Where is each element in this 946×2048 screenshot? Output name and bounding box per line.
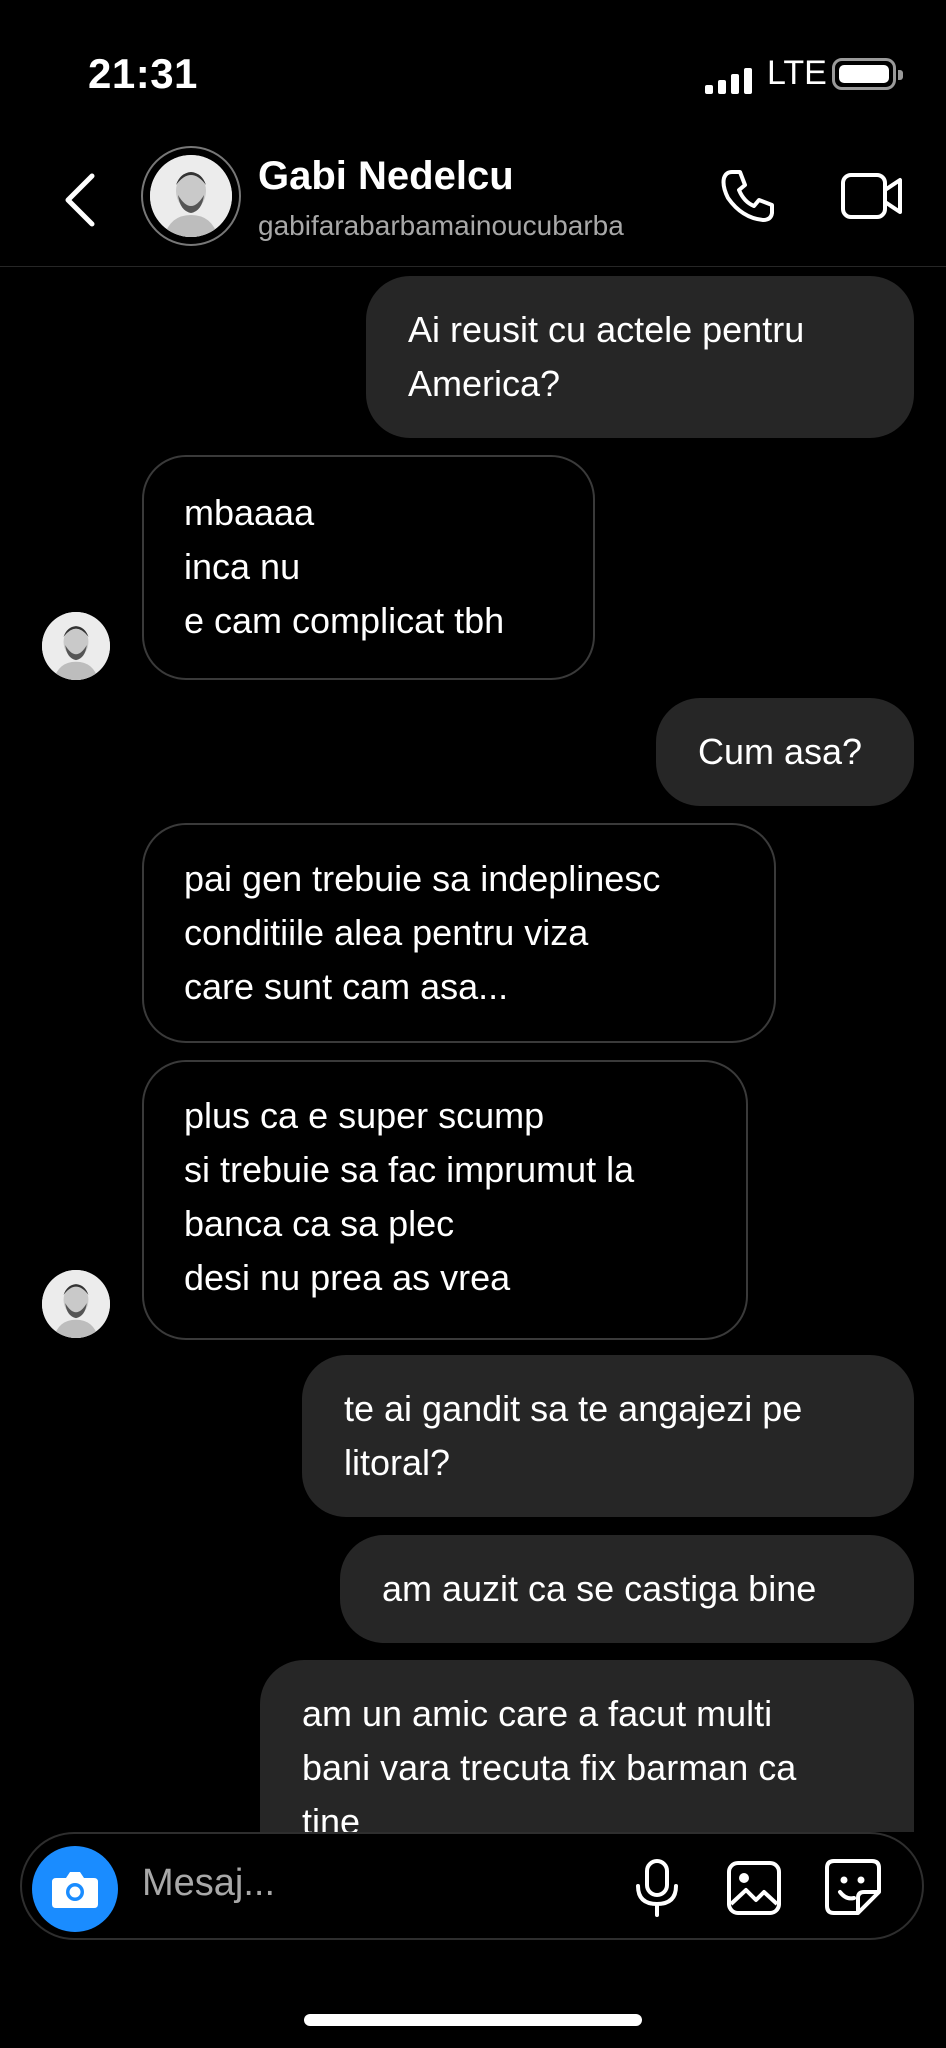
message-text: si trebuie sa fac imprumut la xyxy=(184,1149,635,1190)
message-text: conditiile alea pentru viza xyxy=(184,912,589,953)
message-text: pai gen trebuie sa indeplinesc xyxy=(184,858,661,899)
message-text: banca ca sa plec xyxy=(184,1203,455,1244)
message-bubble-sent[interactable]: am un amic care a facut multi bani vara … xyxy=(260,1660,914,1832)
message-bubble-received[interactable]: mbaaaa inca nu e cam complicat tbh xyxy=(142,455,595,680)
signal-icon xyxy=(705,68,755,94)
home-indicator[interactable] xyxy=(304,2014,642,2026)
message-text: bani vara trecuta fix barman ca xyxy=(302,1747,797,1788)
sender-avatar[interactable] xyxy=(42,1270,110,1338)
gallery-icon[interactable] xyxy=(726,1860,782,1916)
message-text: mbaaaa xyxy=(184,492,315,533)
message-text: desi nu prea as vrea xyxy=(184,1257,511,1298)
header-divider xyxy=(0,266,946,267)
profile-avatar[interactable] xyxy=(141,146,241,246)
sticker-icon[interactable] xyxy=(824,1858,882,1916)
message-bubble-sent[interactable]: am auzit ca se castiga bine xyxy=(340,1535,914,1643)
message-text: inca nu xyxy=(184,546,301,587)
back-chevron-icon[interactable] xyxy=(60,170,100,230)
camera-button[interactable] xyxy=(32,1846,118,1932)
message-bubble-received[interactable]: plus ca e super scump si trebuie sa fac … xyxy=(142,1060,748,1340)
message-bubble-received[interactable]: pai gen trebuie sa indeplinesc conditiil… xyxy=(142,823,776,1043)
message-text: litoral? xyxy=(344,1442,451,1483)
video-camera-icon[interactable] xyxy=(840,170,904,222)
message-bubble-sent[interactable]: Ai reusit cu actele pentru America? xyxy=(366,276,914,438)
message-text: tine xyxy=(302,1801,361,1832)
message-input[interactable]: Mesaj... xyxy=(142,1862,275,1905)
network-label: LTE xyxy=(767,54,827,92)
message-text: am auzit ca se castiga bine xyxy=(382,1568,817,1609)
sender-avatar[interactable] xyxy=(42,612,110,680)
microphone-icon[interactable] xyxy=(632,1858,682,1918)
contact-handle[interactable]: gabifarabarbamainoucubarba xyxy=(258,210,624,242)
message-text: Ai reusit cu actele pentru xyxy=(408,309,805,350)
status-time: 21:31 xyxy=(88,50,198,97)
message-text: care sunt cam asa... xyxy=(184,966,509,1007)
message-text: e cam complicat tbh xyxy=(184,600,505,641)
phone-icon[interactable] xyxy=(718,166,778,226)
message-bubble-sent[interactable]: te ai gandit sa te angajezi pe litoral? xyxy=(302,1355,914,1517)
contact-name[interactable]: Gabi Nedelcu xyxy=(258,154,514,199)
message-text: am un amic care a facut multi xyxy=(302,1693,773,1734)
message-text: te ai gandit sa te angajezi pe xyxy=(344,1388,803,1429)
message-text: America? xyxy=(408,363,561,404)
camera-icon xyxy=(52,1872,98,1908)
battery-icon xyxy=(832,58,903,90)
message-text: plus ca e super scump xyxy=(184,1095,545,1136)
message-bubble-sent[interactable]: Cum asa? xyxy=(656,698,914,806)
message-text: Cum asa? xyxy=(698,731,863,772)
